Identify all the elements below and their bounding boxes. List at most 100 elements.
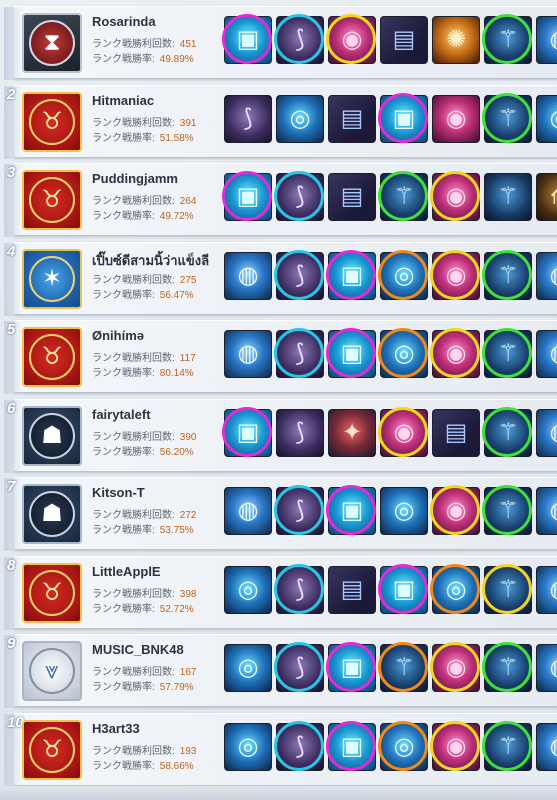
boots-item-icon[interactable]: ⟆ bbox=[274, 250, 324, 300]
wins-value: 275 bbox=[179, 275, 197, 286]
gold-item-icon[interactable]: ✺ bbox=[432, 16, 480, 64]
player-name[interactable]: Kitson-T bbox=[92, 485, 232, 500]
staff-item-icon[interactable]: ⚚ bbox=[378, 171, 428, 221]
bubble-item-icon[interactable]: ◍ bbox=[224, 252, 272, 300]
boots-item-icon[interactable]: ⟆ bbox=[274, 171, 324, 221]
highlight-ring bbox=[326, 564, 376, 614]
player-name[interactable]: เปิ๊บซ์ดีสามนิ้ว่าแข็งลี bbox=[92, 250, 232, 271]
staff-item-icon[interactable]: ⚚ bbox=[482, 328, 532, 378]
ring-item-icon[interactable]: ◎ bbox=[224, 644, 272, 692]
player-name[interactable]: Hitmaniac bbox=[92, 93, 232, 108]
orb-item-icon[interactable]: ◉ bbox=[430, 642, 480, 692]
book-item-icon[interactable]: ▤ bbox=[328, 566, 376, 614]
ring-item-icon[interactable]: ◎ bbox=[224, 723, 272, 771]
rank-number: 3 bbox=[4, 164, 22, 237]
gadget-item-icon[interactable]: ✦ bbox=[328, 409, 376, 457]
cube-item-icon[interactable]: ▣ bbox=[326, 642, 376, 692]
player-row[interactable]: 8 ♉ LittleApplE ランク戦勝利回数: 398 ランク戦勝率: 52.72% ◎ ⟆… bbox=[4, 556, 557, 630]
staff-item-icon[interactable]: ⚚ bbox=[482, 250, 532, 300]
orb-item-icon[interactable]: ◉ bbox=[432, 95, 480, 143]
player-row[interactable]: 4 ✶ เปิ๊บซ์ดีสามนิ้ว่าแข็งลี ランク戦勝利回数: 275 ラン… bbox=[4, 242, 557, 316]
book-item-icon[interactable]: ▤ bbox=[432, 409, 480, 457]
rank-number: 7 bbox=[4, 478, 22, 551]
orb-item-icon[interactable]: ◉ bbox=[430, 171, 480, 221]
player-name[interactable]: H3art33 bbox=[92, 721, 232, 736]
player-row[interactable]: 3 ♉ Puddingjamm ランク戦勝利回数: 264 ランク戦勝率: 49.72% ▣ ⟆… bbox=[4, 163, 557, 237]
player-name[interactable]: Ønihímə bbox=[92, 328, 232, 343]
player-row[interactable]: 10 ♉ H3art33 ランク戦勝利回数: 193 ランク戦勝率: 58.66% ◎ ⟆ ▣ ◎ ◉… bbox=[4, 713, 557, 787]
cube-item-icon[interactable]: ▣ bbox=[222, 14, 272, 64]
ring-item-icon[interactable]: ◎ bbox=[380, 487, 428, 535]
player-row[interactable]: 6 ☗ fairytaleft ランク戦勝利回数: 390 ランク戦勝率: 56.20% ▣ ⟆… bbox=[4, 399, 557, 473]
staff-item-icon[interactable]: ⚚ bbox=[482, 721, 532, 771]
wins-value: 390 bbox=[179, 432, 197, 443]
orb-item-icon[interactable]: ◉ bbox=[430, 328, 480, 378]
player-row[interactable]: ⧗ Rosarinda ランク戦勝利回数: 451 ランク戦勝率: 49.89% ▣ ⟆ ◉ ▤ ✺… bbox=[4, 6, 557, 80]
bubble-item-icon[interactable]: ◍ bbox=[536, 487, 557, 535]
ring-item-icon[interactable]: ◎ bbox=[430, 564, 480, 614]
cube-item-icon[interactable]: ▣ bbox=[326, 250, 376, 300]
ring-item-icon[interactable]: ◎ bbox=[276, 95, 324, 143]
player-row[interactable]: 5 ♉ Ønihímə ランク戦勝利回数: 117 ランク戦勝率: 80.14% ◍ ⟆ ▣ ◎ ◉ ⚚… bbox=[4, 320, 557, 394]
ring-item-icon[interactable]: ◎ bbox=[536, 95, 557, 143]
book-item-icon[interactable]: ▤ bbox=[380, 16, 428, 64]
staff-item-icon[interactable]: ⚚ bbox=[484, 173, 532, 221]
player-name[interactable]: Rosarinda bbox=[92, 14, 232, 29]
cube-item-icon[interactable]: ▣ bbox=[326, 721, 376, 771]
player-name[interactable]: MUSIC_BNK48 bbox=[92, 642, 232, 657]
boots-item-icon[interactable]: ⟆ bbox=[274, 642, 324, 692]
bubble-item-icon[interactable]: ◍ bbox=[224, 330, 272, 378]
bubble-item-icon[interactable]: ◍ bbox=[536, 330, 557, 378]
highlight-ring bbox=[222, 721, 272, 771]
staff-item-icon[interactable]: ⚚ bbox=[482, 14, 532, 64]
bubble-item-icon[interactable]: ◍ bbox=[536, 16, 557, 64]
cube-item-icon[interactable]: ▣ bbox=[378, 93, 428, 143]
player-row[interactable]: 7 ☗ Kitson-T ランク戦勝利回数: 272 ランク戦勝率: 53.75% ◍ ⟆ ▣ ◎ ◉… bbox=[4, 477, 557, 551]
staff-item-icon[interactable]: ⚚ bbox=[378, 642, 428, 692]
cube-item-icon[interactable]: ▣ bbox=[326, 328, 376, 378]
boots-item-icon[interactable]: ⟆ bbox=[274, 14, 324, 64]
ring-item-icon[interactable]: ◎ bbox=[224, 566, 272, 614]
bubble-item-icon[interactable]: ◍ bbox=[536, 566, 557, 614]
player-row[interactable]: 9 ⩔ MUSIC_BNK48 ランク戦勝利回数: 167 ランク戦勝率: 57.79% ◎ ⟆… bbox=[4, 634, 557, 708]
winrate-value: 52.72% bbox=[159, 604, 194, 615]
bubble-item-icon[interactable]: ◍ bbox=[224, 487, 272, 535]
boots-item-icon[interactable]: ⟆ bbox=[274, 564, 324, 614]
boots-item-icon[interactable]: ⟆ bbox=[274, 328, 324, 378]
bubble-item-icon[interactable]: ◍ bbox=[536, 409, 557, 457]
bubble-item-icon[interactable]: ◍ bbox=[536, 644, 557, 692]
staff-item-icon[interactable]: ⚚ bbox=[482, 485, 532, 535]
boots-item-icon[interactable]: ⟆ bbox=[276, 409, 324, 457]
player-name[interactable]: LittleApplE bbox=[92, 564, 232, 579]
staff-item-icon[interactable]: ⚚ bbox=[482, 642, 532, 692]
cube-item-icon[interactable]: ▣ bbox=[378, 564, 428, 614]
bubble-item-icon[interactable]: ◍ bbox=[536, 252, 557, 300]
bubble-item-icon[interactable]: ◍ bbox=[536, 723, 557, 771]
book-item-icon[interactable]: ▤ bbox=[328, 173, 376, 221]
player-row[interactable]: 2 ♉ Hitmaniac ランク戦勝利回数: 391 ランク戦勝率: 51.58% ⟆ ◎ ▤ ▣… bbox=[4, 85, 557, 159]
orb-item-icon[interactable]: ◉ bbox=[430, 721, 480, 771]
staff-item-icon[interactable]: ⚚ bbox=[482, 93, 532, 143]
highlight-ring bbox=[378, 564, 428, 614]
orb-item-icon[interactable]: ◉ bbox=[430, 485, 480, 535]
claw-item-icon[interactable]: ⟰ bbox=[536, 173, 557, 221]
ring-item-icon[interactable]: ◎ bbox=[378, 721, 428, 771]
orb-item-icon[interactable]: ◉ bbox=[430, 250, 480, 300]
boots-item-icon[interactable]: ⟆ bbox=[274, 721, 324, 771]
ring-item-icon[interactable]: ◎ bbox=[378, 250, 428, 300]
orb-item-icon[interactable]: ◉ bbox=[326, 14, 376, 64]
cube-item-icon[interactable]: ▣ bbox=[222, 171, 272, 221]
player-name[interactable]: fairytaleft bbox=[92, 407, 232, 422]
orb-item-icon[interactable]: ◉ bbox=[378, 407, 428, 457]
staff-item-icon[interactable]: ⚚ bbox=[482, 564, 532, 614]
cube-item-icon[interactable]: ▣ bbox=[326, 485, 376, 535]
winrate-stat: ランク戦勝率: 53.75% bbox=[92, 521, 194, 536]
book-item-icon[interactable]: ▤ bbox=[328, 95, 376, 143]
boots-item-icon[interactable]: ⟆ bbox=[274, 485, 324, 535]
ring-item-icon[interactable]: ◎ bbox=[378, 328, 428, 378]
highlight-ring bbox=[430, 485, 480, 535]
boots-item-icon[interactable]: ⟆ bbox=[224, 95, 272, 143]
player-name[interactable]: Puddingjamm bbox=[92, 171, 232, 186]
cube-item-icon[interactable]: ▣ bbox=[222, 407, 272, 457]
staff-item-icon[interactable]: ⚚ bbox=[482, 407, 532, 457]
